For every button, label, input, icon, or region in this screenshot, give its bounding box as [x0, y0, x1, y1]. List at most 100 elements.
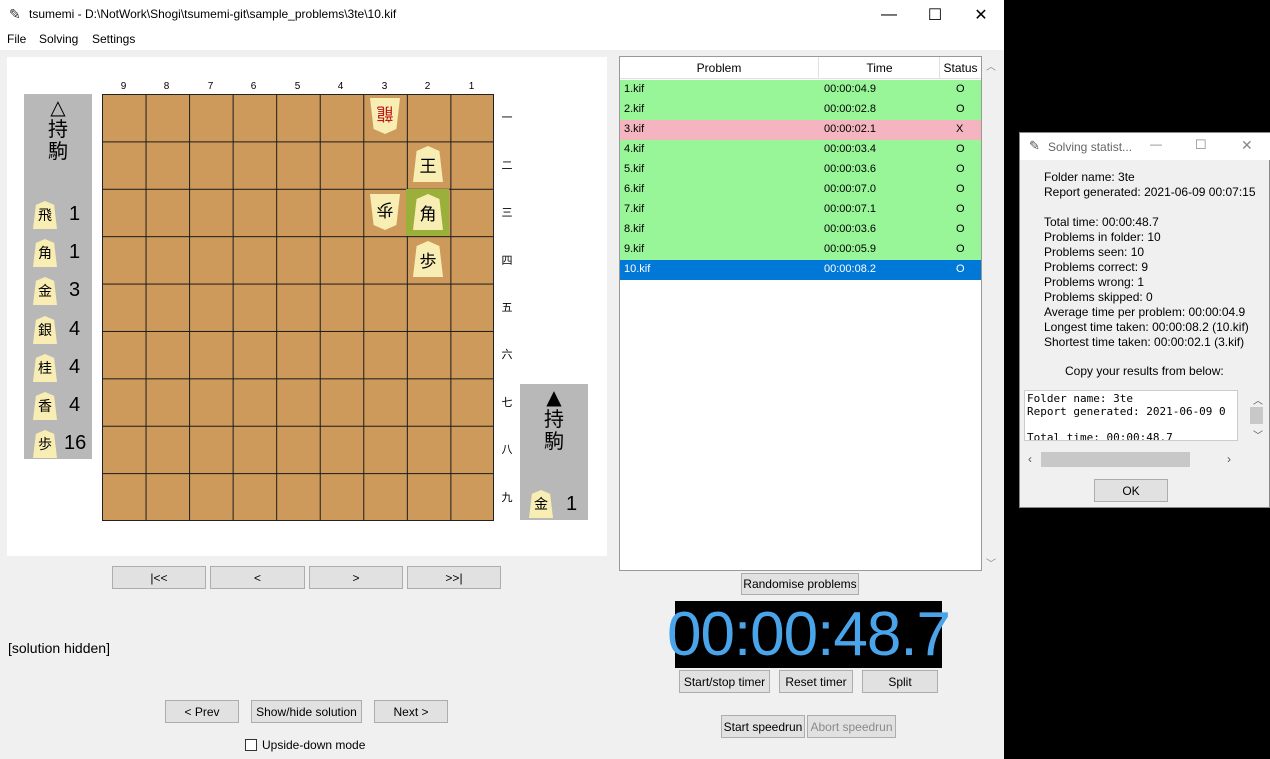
ok-button[interactable]: OK — [1094, 479, 1168, 502]
stat-line: Report generated: 2021-06-09 00:07:15 — [1044, 185, 1256, 199]
scroll-up-icon[interactable]: ︿ — [986, 58, 996, 73]
row-problem: 3.kif — [624, 123, 645, 135]
row-status: O — [956, 223, 965, 235]
prev-move-button[interactable]: < — [210, 566, 305, 589]
column-header-time[interactable]: Time — [820, 57, 940, 79]
row-time: 00:00:03.6 — [824, 223, 876, 235]
hand-count: 4 — [69, 394, 81, 416]
menu-settings[interactable]: Settings — [92, 32, 135, 46]
row-time: 00:00:03.4 — [824, 143, 876, 155]
textarea-hscroll-thumb[interactable] — [1041, 452, 1190, 467]
menu-solving[interactable]: Solving — [39, 32, 78, 46]
row-status: O — [956, 143, 965, 155]
row-time: 00:00:05.9 — [824, 243, 876, 255]
upside-down-label: Upside-down mode — [262, 738, 366, 752]
table-row[interactable]: 8.kif 00:00:03.6 O — [620, 220, 981, 240]
row-problem: 2.kif — [624, 103, 645, 115]
row-label: 一 — [501, 112, 513, 124]
hand-count: 4 — [69, 318, 81, 340]
stat-line: Shortest time taken: 00:00:02.1 (3.kif) — [1044, 335, 1245, 349]
textarea-vscroll-thumb[interactable] — [1250, 407, 1263, 424]
randomise-button[interactable]: Randomise problems — [741, 573, 859, 595]
start-speedrun-button[interactable]: Start speedrun — [721, 715, 805, 738]
row-status: O — [956, 243, 965, 255]
minimize-button[interactable]: — — [866, 0, 912, 30]
row-time: 00:00:02.1 — [824, 123, 876, 135]
sente-hand-mark: ▲ — [546, 385, 562, 409]
column-label: 2 — [424, 81, 431, 92]
column-header-problem[interactable]: Problem — [620, 57, 819, 79]
row-label: 七 — [501, 397, 513, 409]
next-problem-button[interactable]: Next > — [374, 700, 448, 723]
last-move-button[interactable]: >>| — [407, 566, 501, 589]
prev-problem-button[interactable]: < Prev — [165, 700, 239, 723]
hand-piece[interactable]: 銀 — [33, 316, 57, 344]
next-move-button[interactable]: > — [309, 566, 403, 589]
table-row[interactable]: 7.kif 00:00:07.1 O — [620, 200, 981, 220]
column-label: 6 — [250, 81, 257, 92]
row-label: 二 — [501, 160, 513, 172]
hand-piece[interactable]: 桂 — [33, 354, 57, 382]
stat-line: Problems wrong: 1 — [1044, 275, 1145, 289]
table-row[interactable]: 10.kif 00:00:08.2 O — [620, 260, 981, 280]
start-stop-timer-button[interactable]: Start/stop timer — [679, 670, 770, 693]
board-piece-dragon[interactable]: 龍 — [370, 98, 400, 134]
split-button[interactable]: Split — [862, 670, 938, 693]
table-row[interactable]: 5.kif 00:00:03.6 O — [620, 160, 981, 180]
maximize-button[interactable]: ☐ — [912, 0, 958, 30]
row-label: 五 — [501, 302, 513, 314]
table-row[interactable]: 6.kif 00:00:07.0 O — [620, 180, 981, 200]
hand-piece[interactable]: 金 — [33, 277, 57, 305]
window-title: tsumemi - D:\NotWork\Shogi\tsumemi-git\s… — [29, 7, 397, 21]
board-piece-pawn[interactable]: 歩 — [370, 194, 400, 230]
table-row[interactable]: 1.kif 00:00:04.9 O — [620, 80, 981, 100]
feather-icon: ✎ — [1029, 138, 1040, 153]
row-problem: 10.kif — [624, 263, 651, 275]
board-piece-bishop[interactable]: 角 — [413, 194, 443, 230]
reset-timer-button[interactable]: Reset timer — [779, 670, 853, 693]
textarea-scroll-up-icon[interactable]: ︿ — [1253, 392, 1263, 407]
stat-line: Folder name: 3te — [1044, 170, 1135, 184]
hscroll-left-icon[interactable]: ‹ — [1028, 452, 1032, 466]
column-label: 9 — [120, 81, 127, 92]
menu-file[interactable]: File — [7, 32, 26, 46]
table-row[interactable]: 4.kif 00:00:03.4 O — [620, 140, 981, 160]
column-label: 3 — [381, 81, 388, 92]
dialog-maximize-button[interactable]: ☐ — [1195, 137, 1207, 153]
table-row[interactable]: 3.kif 00:00:02.1 X — [620, 120, 981, 140]
column-header-status[interactable]: Status — [940, 57, 981, 79]
hand-piece[interactable]: 角 — [33, 239, 57, 267]
show-hide-solution-button[interactable]: Show/hide solution — [251, 700, 362, 723]
row-status: O — [956, 203, 965, 215]
row-time: 00:00:02.8 — [824, 103, 876, 115]
stat-line: Problems skipped: 0 — [1044, 290, 1153, 304]
textarea-scroll-down-icon[interactable]: ﹀ — [1253, 427, 1263, 442]
board-piece-king[interactable]: 王 — [413, 146, 443, 182]
row-status: X — [956, 123, 964, 135]
stat-line: Longest time taken: 00:00:08.2 (10.kif) — [1044, 320, 1249, 334]
stat-line: Problems in folder: 10 — [1044, 230, 1161, 244]
row-problem: 6.kif — [624, 183, 645, 195]
hand-piece[interactable]: 香 — [33, 392, 57, 420]
table-row[interactable]: 2.kif 00:00:02.8 O — [620, 100, 981, 120]
hand-count: 3 — [69, 279, 81, 301]
row-status: O — [956, 103, 965, 115]
board-piece-pawn[interactable]: 歩 — [413, 241, 443, 277]
dialog-title: Solving statist... — [1048, 140, 1133, 154]
hand-piece[interactable]: 金 — [529, 490, 553, 518]
hand-piece[interactable]: 飛 — [33, 201, 57, 229]
first-move-button[interactable]: |<< — [112, 566, 206, 589]
dialog-minimize-button[interactable]: — — [1150, 137, 1162, 151]
dialog-close-button[interactable]: ✕ — [1241, 137, 1253, 154]
hand-piece[interactable]: 歩 — [33, 430, 57, 458]
scroll-down-icon[interactable]: ﹀ — [986, 555, 996, 570]
upside-down-checkbox[interactable] — [245, 739, 257, 751]
hscroll-right-icon[interactable]: › — [1227, 452, 1231, 466]
hand-count: 1 — [566, 493, 578, 515]
results-textarea[interactable]: Folder name: 3te Report generated: 2021-… — [1024, 390, 1238, 441]
table-row[interactable]: 9.kif 00:00:05.9 O — [620, 240, 981, 260]
hand-count: 1 — [69, 241, 81, 263]
column-label: 4 — [337, 81, 344, 92]
gote-hand-label: 持 — [48, 117, 68, 141]
close-button[interactable]: ✕ — [958, 0, 1004, 30]
